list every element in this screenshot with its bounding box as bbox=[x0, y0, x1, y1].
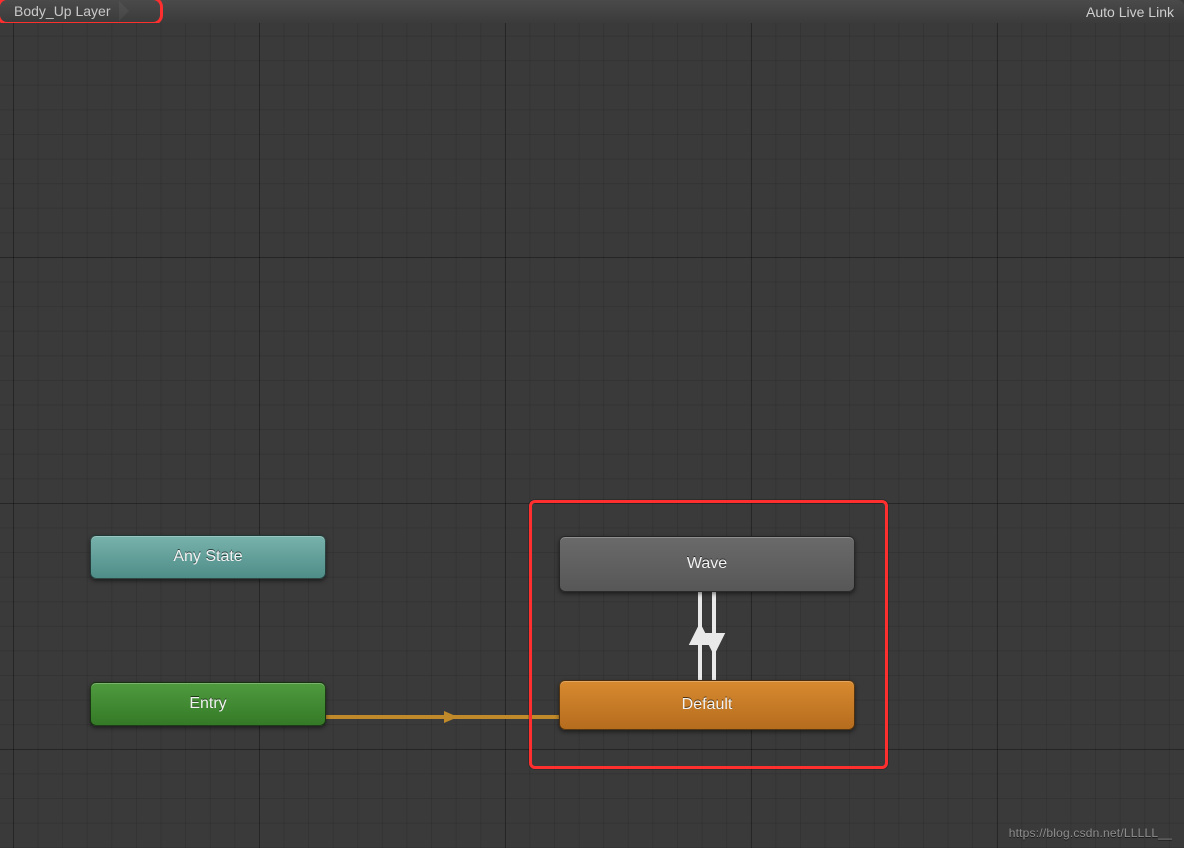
node-wave[interactable]: Wave bbox=[559, 536, 855, 592]
node-any-state-label: Any State bbox=[173, 548, 242, 566]
node-entry[interactable]: Entry bbox=[90, 682, 326, 726]
node-wave-label: Wave bbox=[687, 555, 727, 573]
node-any-state[interactable]: Any State bbox=[90, 535, 326, 579]
toolbar: Body_Up Layer Auto Live Link bbox=[0, 0, 1184, 23]
watermark-text: https://blog.csdn.net/LLLLL__ bbox=[1009, 826, 1172, 840]
breadcrumb-layer[interactable]: Body_Up Layer bbox=[6, 1, 129, 22]
node-default[interactable]: Default bbox=[559, 680, 855, 730]
node-entry-label: Entry bbox=[189, 695, 226, 713]
auto-live-link-label: Auto Live Link bbox=[1086, 4, 1174, 20]
node-default-label: Default bbox=[682, 696, 733, 714]
breadcrumb-label: Body_Up Layer bbox=[14, 3, 111, 19]
auto-live-link-button[interactable]: Auto Live Link bbox=[1086, 4, 1178, 20]
